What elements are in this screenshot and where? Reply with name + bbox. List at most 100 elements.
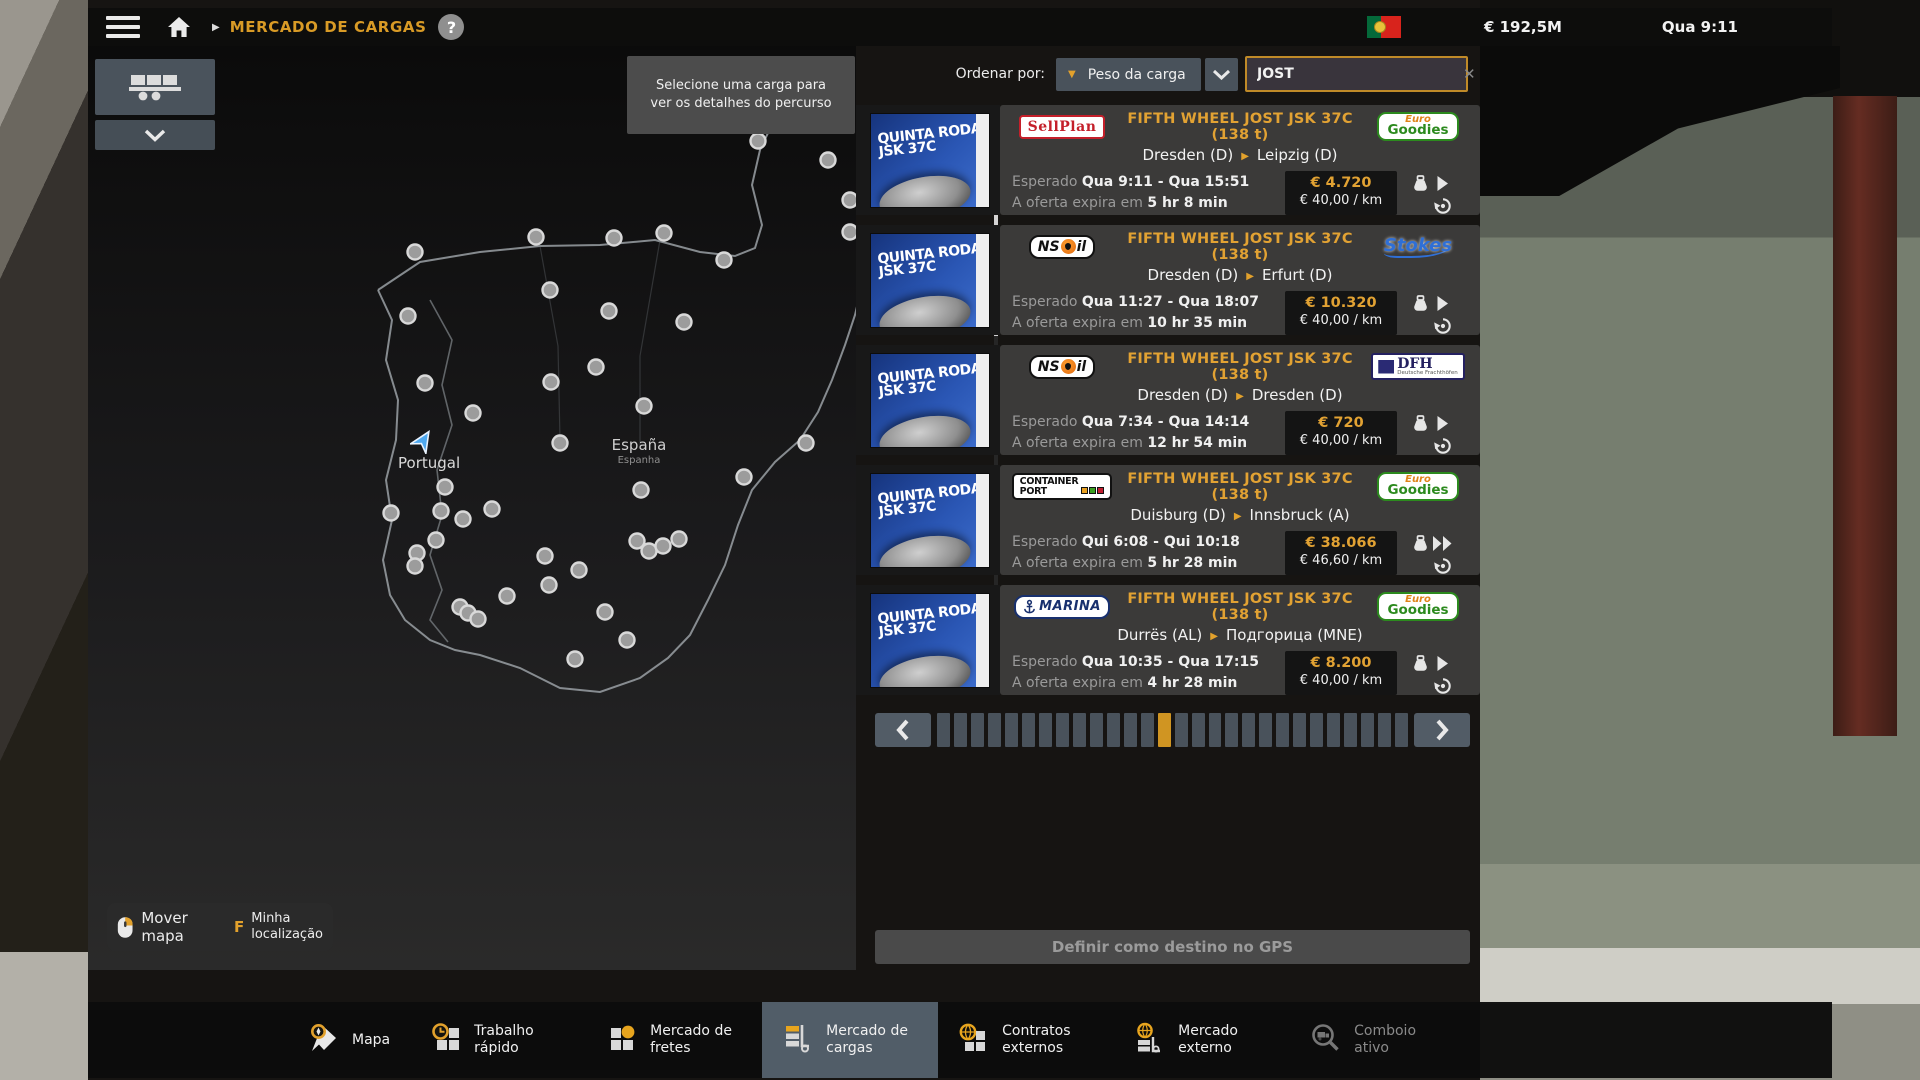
- page-segment-active[interactable]: [1158, 713, 1171, 747]
- page-segment[interactable]: [1022, 713, 1035, 747]
- nav-freight-market[interactable]: Mercado de fretes: [586, 1002, 762, 1078]
- fifth-wheel-graphic: [876, 169, 974, 208]
- page-segment[interactable]: [954, 713, 967, 747]
- trailer-icon: [126, 71, 184, 103]
- page-segment[interactable]: [1293, 713, 1306, 747]
- page-segment[interactable]: [1395, 713, 1408, 747]
- cargo-thumbnail[interactable]: QUINTA RODA JSK 37C: [856, 585, 1000, 695]
- city-dot: [717, 253, 732, 268]
- fifth-wheel-graphic: [876, 409, 974, 448]
- cargo-title: FIFTH WHEEL JOST JSK 37C (138 t): [1114, 471, 1366, 503]
- prev-page-button[interactable]: [875, 713, 931, 747]
- cargo-card[interactable]: SellPlan FIFTH WHEEL JOST JSK 37C (138 t…: [1000, 105, 1480, 215]
- nav-external-market[interactable]: Mercado externo: [1114, 1002, 1290, 1078]
- city-dot: [529, 230, 544, 245]
- cargo-thumbnail-image: QUINTA RODA JSK 37C: [870, 353, 990, 448]
- cargo-title: FIFTH WHEEL JOST JSK 37C (138 t): [1114, 111, 1366, 143]
- route-from: Durrës (AL): [1117, 626, 1202, 644]
- esperado-label: Esperado: [1012, 414, 1077, 430]
- recipient-logo-slot: EuroGoodies: [1366, 472, 1470, 501]
- urgency-icon: [1436, 175, 1449, 196]
- cargo-row[interactable]: QUINTA RODA JSK 37C CONTAINERPORT FIFTH …: [856, 465, 1480, 575]
- nav-cargo-market[interactable]: Mercado de cargas: [762, 1002, 938, 1078]
- engine-icon: [1434, 317, 1452, 339]
- page-segment[interactable]: [1141, 713, 1154, 747]
- cargo-row[interactable]: QUINTA RODA JSK 37C MARINA FIFTH WHEEL J…: [856, 585, 1480, 695]
- city-dot: [843, 225, 857, 240]
- cargo-thumbnail-image: QUINTA RODA JSK 37C: [870, 473, 990, 568]
- page-segment[interactable]: [1276, 713, 1289, 747]
- nav-convoy[interactable]: Comboio ativo: [1290, 1002, 1466, 1078]
- page-segment[interactable]: [1327, 713, 1340, 747]
- nav-quick-job[interactable]: Trabalho rápido: [410, 1002, 586, 1078]
- page-segment[interactable]: [1310, 713, 1323, 747]
- delivery-window: Qua 9:11 - Qua 15:51: [1082, 174, 1249, 190]
- cargo-row[interactable]: QUINTA RODA JSK 37C NSil FIFTH WHEEL JOS…: [856, 345, 1480, 455]
- page-segment[interactable]: [1090, 713, 1103, 747]
- city-dot: [677, 315, 692, 330]
- page-segment[interactable]: [937, 713, 950, 747]
- page-segment[interactable]: [971, 713, 984, 747]
- cargo-thumbnail[interactable]: QUINTA RODA JSK 37C: [856, 465, 1000, 575]
- menu-icon[interactable]: [106, 16, 140, 38]
- chevron-left-icon: [896, 719, 910, 741]
- cargo-card[interactable]: CONTAINERPORT FIFTH WHEEL JOST JSK 37C (…: [1000, 465, 1480, 575]
- help-button[interactable]: ?: [438, 14, 464, 40]
- city-dot: [408, 245, 423, 260]
- delivery-window: Qua 7:34 - Qua 14:14: [1082, 414, 1249, 430]
- fifth-wheel-graphic: [876, 529, 974, 568]
- expira-label: A oferta expira em: [1012, 555, 1143, 571]
- cargo-row[interactable]: QUINTA RODA JSK 37C NSil FIFTH WHEEL JOS…: [856, 225, 1480, 335]
- city-dot: [642, 544, 657, 559]
- expira-label: A oferta expira em: [1012, 315, 1143, 331]
- home-icon: [167, 16, 191, 38]
- cargo-card[interactable]: NSil FIFTH WHEEL JOST JSK 37C (138 t) DF…: [1000, 345, 1480, 455]
- eurogoodies-logo: EuroGoodies: [1377, 592, 1458, 621]
- page-segment[interactable]: [1259, 713, 1272, 747]
- external-contracts-icon: [958, 1022, 990, 1058]
- cargo-route: Dresden (D)▶Leipzig (D): [1000, 146, 1480, 164]
- page-segment[interactable]: [1175, 713, 1188, 747]
- map-hints: Mover mapa F Minha localização: [107, 903, 333, 951]
- page-segment[interactable]: [1378, 713, 1391, 747]
- page-segment[interactable]: [1209, 713, 1222, 747]
- next-page-button[interactable]: [1414, 713, 1470, 747]
- city-dot: [598, 605, 613, 620]
- price-box: € 720 € 40,00 / km: [1285, 411, 1397, 455]
- cargo-row[interactable]: QUINTA RODA JSK 37C SellPlan FIFTH WHEEL…: [856, 105, 1480, 215]
- set-gps-destination-button[interactable]: Definir como destino no GPS: [875, 930, 1470, 964]
- cargo-thumbnail[interactable]: QUINTA RODA JSK 37C: [856, 105, 1000, 215]
- trailer-selector-button[interactable]: [95, 59, 215, 115]
- route-to: Innsbruck (A): [1250, 506, 1350, 524]
- page-segment[interactable]: [1361, 713, 1374, 747]
- urgency-icon: [1432, 535, 1453, 556]
- eurogoodies-logo: EuroGoodies: [1377, 472, 1458, 501]
- page-segment[interactable]: [1192, 713, 1205, 747]
- page-segment[interactable]: [1039, 713, 1052, 747]
- trailer-collapse-button[interactable]: [95, 120, 215, 150]
- page-segment[interactable]: [1124, 713, 1137, 747]
- page-segment[interactable]: [1225, 713, 1238, 747]
- page-segment[interactable]: [1005, 713, 1018, 747]
- cargo-card[interactable]: NSil FIFTH WHEEL JOST JSK 37C (138 t) St…: [1000, 225, 1480, 335]
- page-segment[interactable]: [1107, 713, 1120, 747]
- map-panel[interactable]: Portugal España Espanha Selecione uma ca…: [88, 46, 856, 970]
- route-to: Erfurt (D): [1262, 266, 1333, 284]
- cargo-thumbnail[interactable]: QUINTA RODA JSK 37C: [856, 225, 1000, 335]
- sender-logo-slot: CONTAINERPORT: [1010, 473, 1114, 500]
- page-segment[interactable]: [1056, 713, 1069, 747]
- route-arrow-icon: ▶: [1234, 511, 1242, 522]
- cargo-card[interactable]: MARINA FIFTH WHEEL JOST JSK 37C (138 t) …: [1000, 585, 1480, 695]
- page-segment[interactable]: [1242, 713, 1255, 747]
- city-dot: [401, 309, 416, 324]
- nav-external-contracts[interactable]: Contratos externos: [938, 1002, 1114, 1078]
- nav-map[interactable]: Mapa: [288, 1002, 410, 1078]
- home-button[interactable]: [162, 13, 196, 41]
- dfh-logo: DFHDeutsche Frachthöfen: [1371, 353, 1465, 381]
- page-segment[interactable]: [1344, 713, 1357, 747]
- page-segment[interactable]: [1073, 713, 1086, 747]
- city-dot: [543, 283, 558, 298]
- cargo-thumbnail[interactable]: QUINTA RODA JSK 37C: [856, 345, 1000, 455]
- page-segment[interactable]: [988, 713, 1001, 747]
- engine-icon: [1434, 437, 1452, 459]
